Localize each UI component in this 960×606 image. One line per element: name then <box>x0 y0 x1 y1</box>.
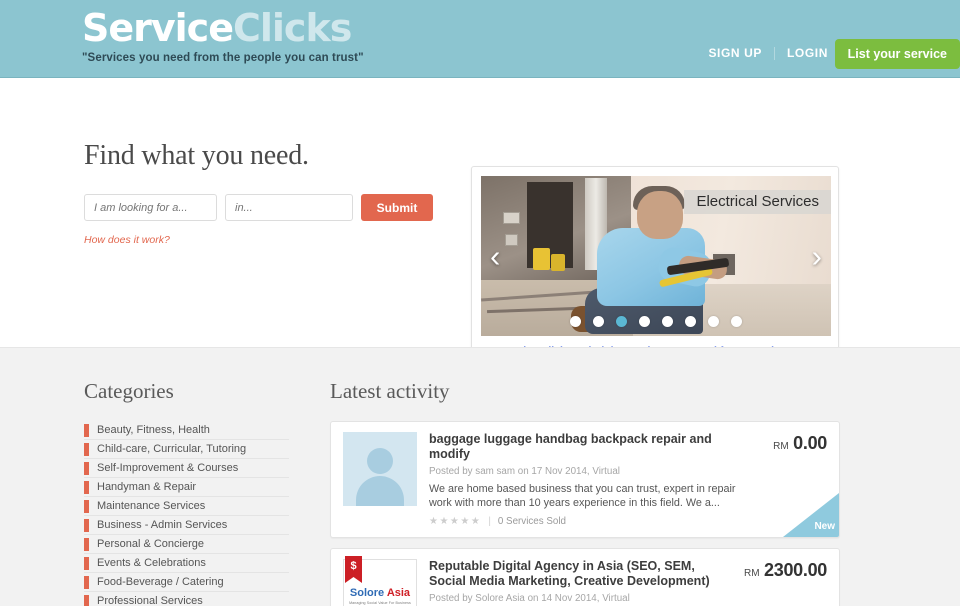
category-item[interactable]: Food-Beverage / Catering <box>84 573 289 592</box>
category-bullet-icon <box>84 423 89 437</box>
carousel-prev-icon[interactable]: ‹ <box>490 241 500 272</box>
category-label: Business - Admin Services <box>97 519 228 531</box>
carousel-dot-3[interactable] <box>616 316 627 327</box>
category-label: Personal & Concierge <box>97 538 205 550</box>
lower-section: Categories Beauty, Fitness, Health Child-… <box>0 347 960 606</box>
meta-separator: | <box>488 516 491 527</box>
search-submit-button[interactable]: Submit <box>361 194 433 221</box>
category-item[interactable]: Maintenance Services <box>84 497 289 516</box>
activity-price: RM 0.00 <box>773 432 827 527</box>
activity-card-body: baggage luggage handbag backpack repair … <box>429 432 761 527</box>
category-bullet-icon <box>84 575 89 589</box>
activity-title[interactable]: Reputable Digital Agency in Asia (SEO, S… <box>429 559 726 589</box>
category-item[interactable]: Business - Admin Services <box>84 516 289 535</box>
categories-heading: Categories <box>84 379 174 403</box>
category-item[interactable]: Self-Improvement & Courses <box>84 459 289 478</box>
carousel-slide[interactable]: Electrical Services ‹ › <box>481 176 831 336</box>
price-value: 2300.00 <box>764 560 827 580</box>
slide-category-label: Electrical Services <box>684 190 831 214</box>
category-bullet-icon <box>84 480 89 494</box>
activity-list: baggage luggage handbag backpack repair … <box>330 421 840 606</box>
rating-stars-icon: ★★★★★ <box>429 516 482 527</box>
search-what-input[interactable] <box>84 194 217 221</box>
search-where-input[interactable] <box>225 194 353 221</box>
price-currency: RM <box>773 441 789 452</box>
hero-search-panel: Find what you need. Submit How does it w… <box>84 140 454 248</box>
category-bullet-icon <box>84 537 89 551</box>
categories-list: Beauty, Fitness, Health Child-care, Curri… <box>84 421 289 606</box>
site-header: ServiceClicks "Services you need from th… <box>0 0 960 78</box>
category-label: Child-care, Curricular, Tutoring <box>97 443 247 455</box>
carousel-dot-1[interactable] <box>570 316 581 327</box>
activity-posted-info: Posted by sam sam on 17 Nov 2014, Virtua… <box>429 466 620 477</box>
carousel-dot-6[interactable] <box>685 316 696 327</box>
activity-card[interactable]: $ Solore Asia Managing Social Value For Bu… <box>330 548 840 606</box>
activity-thumbnail <box>343 432 417 527</box>
category-bullet-icon <box>84 594 89 606</box>
category-item[interactable]: Personal & Concierge <box>84 535 289 554</box>
how-does-it-work-link[interactable]: How does it work? <box>84 234 170 246</box>
hero-heading: Find what you need. <box>84 140 309 171</box>
carousel-dots <box>570 316 742 327</box>
services-sold-count: 0 Services Sold <box>497 516 566 527</box>
category-label: Events & Celebrations <box>97 557 206 569</box>
price-value: 0.00 <box>793 433 827 453</box>
category-item[interactable]: Professional Services <box>84 592 289 606</box>
site-tagline: "Services you need from the people you c… <box>82 52 364 64</box>
category-label: Beauty, Fitness, Health <box>97 424 210 436</box>
brand-block[interactable]: ServiceClicks "Services you need from th… <box>82 8 364 64</box>
price-currency: RM <box>744 568 760 579</box>
category-label: Food-Beverage / Catering <box>97 576 224 588</box>
category-item[interactable]: Child-care, Curricular, Tutoring <box>84 440 289 459</box>
activity-title[interactable]: baggage luggage handbag backpack repair … <box>429 432 755 462</box>
activity-price: RM 2300.00 <box>744 559 827 606</box>
logo-text-service: Service <box>82 6 234 50</box>
category-bullet-icon <box>84 518 89 532</box>
carousel-next-icon[interactable]: › <box>812 241 822 272</box>
category-bullet-icon <box>84 556 89 570</box>
carousel-dot-2[interactable] <box>593 316 604 327</box>
category-bullet-icon <box>84 442 89 456</box>
category-bullet-icon <box>84 499 89 513</box>
carousel-dot-8[interactable] <box>731 316 742 327</box>
category-item[interactable]: Handyman & Repair <box>84 478 289 497</box>
activity-description: We are home based business that you can … <box>429 483 736 509</box>
search-row: Submit <box>84 194 454 221</box>
carousel-dot-7[interactable] <box>708 316 719 327</box>
nav-login[interactable]: LOGIN <box>775 46 840 60</box>
category-bullet-icon <box>84 461 89 475</box>
activity-card[interactable]: baggage luggage handbag backpack repair … <box>330 421 840 538</box>
carousel-dot-4[interactable] <box>639 316 650 327</box>
header-nav: SIGN UP LOGIN <box>696 46 840 60</box>
logo-tagline: Managing Social Value For Business <box>349 601 411 605</box>
category-item[interactable]: Events & Celebrations <box>84 554 289 573</box>
category-label: Handyman & Repair <box>97 481 197 493</box>
latest-activity-heading: Latest activity <box>330 379 450 403</box>
logo-word-secondary: Asia <box>386 587 411 599</box>
activity-card-meta: ★★★★★ | 0 Services Sold <box>429 516 755 527</box>
logo-word-primary: Solore <box>349 587 385 599</box>
latest-activity-panel: Latest activity baggage luggage handbag … <box>330 379 840 606</box>
category-label: Professional Services <box>97 595 203 606</box>
activity-card-body: Reputable Digital Agency in Asia (SEO, S… <box>429 559 732 606</box>
activity-posted-info: Posted by Solore Asia on 14 Nov 2014, Vi… <box>429 593 630 604</box>
logo-text-clicks: Clicks <box>232 6 352 50</box>
category-label: Maintenance Services <box>97 500 206 512</box>
list-your-service-button[interactable]: List your service <box>834 39 960 69</box>
categories-panel: Categories Beauty, Fitness, Health Child-… <box>84 379 289 606</box>
hero-section: Find what you need. Submit How does it w… <box>0 78 960 398</box>
category-item[interactable]: Beauty, Fitness, Health <box>84 421 289 440</box>
carousel-dot-5[interactable] <box>662 316 673 327</box>
category-label: Self-Improvement & Courses <box>97 462 239 474</box>
activity-thumbnail: $ Solore Asia Managing Social Value For Bu… <box>343 556 417 606</box>
site-logo[interactable]: ServiceClicks <box>82 8 364 48</box>
avatar-placeholder-icon <box>343 432 417 506</box>
nav-sign-up[interactable]: SIGN UP <box>696 46 774 60</box>
